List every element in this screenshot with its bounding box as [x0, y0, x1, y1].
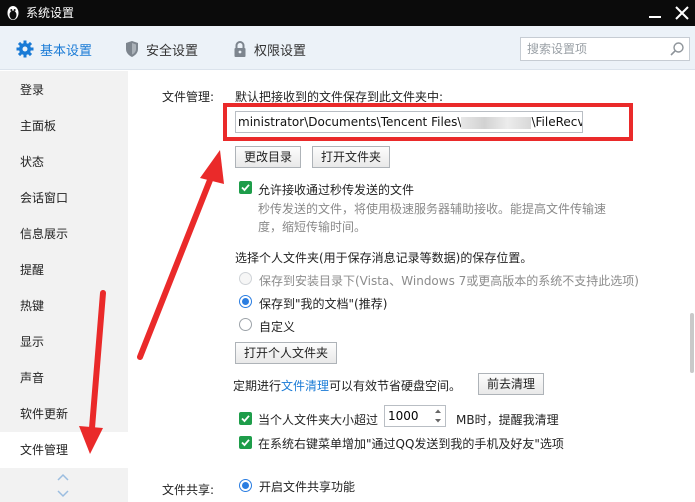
sidebar-item-file-management[interactable]: 文件管理	[0, 432, 128, 468]
annotation-highlight-box	[223, 103, 633, 141]
change-directory-button[interactable]: 更改目录	[235, 146, 302, 168]
size-alert-checkbox[interactable]	[239, 412, 252, 425]
open-folder-button[interactable]: 打开文件夹	[312, 146, 391, 168]
shield-icon	[126, 41, 138, 57]
open-personal-folder-button[interactable]: 打开个人文件夹	[235, 342, 338, 364]
sidebar-item-login[interactable]: 登录	[0, 72, 128, 108]
checkmark-icon	[241, 439, 250, 447]
close-icon[interactable]	[671, 3, 693, 23]
cleanup-suffix: 可以有效节省硬盘空间。	[329, 379, 462, 393]
sidebar-item-main-panel[interactable]: 主面板	[0, 108, 128, 144]
sidebar-item-reminder[interactable]: 提醒	[0, 252, 128, 288]
checkmark-icon	[241, 184, 250, 192]
cleanup-text: 定期进行文件清理可以有效节省硬盘空间。	[233, 377, 461, 394]
flash-hint-line-1: 秒传发送的文件，将使用极速服务器辅助接收。能提高文件传输速	[258, 202, 607, 216]
stepper-down-icon[interactable]	[431, 416, 445, 426]
context-menu-checkbox[interactable]	[239, 436, 252, 449]
size-limit-input[interactable]	[388, 408, 428, 424]
qq-penguin-icon	[7, 6, 19, 20]
personal-folder-prompt: 选择个人文件夹(用于保存消息记录等数据)的保存位置。	[235, 251, 533, 265]
allow-flash-transfer-checkbox[interactable]	[239, 181, 252, 194]
radio-install-dir[interactable]	[239, 272, 252, 285]
radio-my-documents-label: 保存到"我的文档"(推荐)	[259, 297, 388, 311]
search-input[interactable]	[527, 40, 665, 58]
chevron-up-icon[interactable]	[56, 472, 70, 482]
sidebar-item-status[interactable]: 状态	[0, 144, 128, 180]
sidebar-item-display[interactable]: 显示	[0, 324, 128, 360]
tab-label: 基本设置	[40, 43, 93, 59]
window-title: 系统设置	[26, 6, 75, 20]
radio-my-documents[interactable]	[239, 295, 252, 308]
file-sharing-section-label: 文件共享:	[162, 483, 215, 497]
size-limit-stepper	[384, 405, 446, 427]
minimize-icon[interactable]	[644, 3, 666, 23]
tab-permission-settings[interactable]: 权限设置	[232, 38, 306, 60]
flash-transfer-hint: 秒传发送的文件，将使用极速服务器辅助接收。能提高文件传输速 度，缩短传输时间。	[258, 200, 628, 236]
size-alert-label-after: MB时，提醒我清理	[456, 413, 559, 427]
allow-flash-transfer-label: 允许接收通过秒传发送的文件	[258, 183, 415, 197]
lock-icon	[234, 41, 246, 57]
enable-file-sharing-label: 开启文件共享功能	[259, 480, 356, 494]
stepper-up-icon[interactable]	[431, 406, 445, 416]
sidebar-item-software-update[interactable]: 软件更新	[0, 396, 128, 432]
size-alert-label-before: 当个人文件夹大小超过	[258, 413, 379, 427]
flash-hint-line-2: 度，缩短传输时间。	[258, 220, 367, 234]
sidebar-item-chat-window[interactable]: 会话窗口	[0, 180, 128, 216]
radio-custom[interactable]	[239, 318, 252, 331]
tab-label: 权限设置	[254, 43, 307, 59]
enable-file-sharing-radio[interactable]	[239, 479, 252, 492]
sidebar-item-sound[interactable]: 声音	[0, 360, 128, 396]
gear-icon	[16, 40, 34, 58]
radio-custom-label: 自定义	[259, 320, 296, 334]
sidebar: 登录 主面板 状态 会话窗口 信息展示 提醒 热键 显示 声音 软件更新 文件管…	[0, 71, 128, 502]
sidebar-item-info-display[interactable]: 信息展示	[0, 216, 128, 252]
chevron-down-icon[interactable]	[56, 489, 70, 499]
file-cleanup-link[interactable]: 文件清理	[281, 379, 329, 393]
context-menu-label: 在系统右键菜单增加"通过QQ发送到我的手机及好友"选项	[258, 437, 564, 451]
cleanup-prefix: 定期进行	[233, 379, 282, 393]
radio-install-dir-label: 保存到安装目录下(Vista、Windows 7或更高版本的系统不支持此选项)	[259, 274, 639, 288]
tab-label: 安全设置	[146, 43, 199, 59]
sidebar-item-hotkeys[interactable]: 热键	[0, 288, 128, 324]
search-icon[interactable]	[669, 41, 685, 57]
go-cleanup-button[interactable]: 前去清理	[478, 373, 545, 395]
search-box	[520, 37, 690, 61]
file-management-section-label: 文件管理:	[162, 90, 215, 104]
scrollbar-thumb[interactable]	[690, 313, 694, 373]
title-bar: 系统设置	[0, 0, 695, 26]
checkmark-icon	[241, 415, 250, 423]
tab-basic-settings[interactable]: 基本设置	[16, 38, 92, 60]
tab-security-settings[interactable]: 安全设置	[124, 38, 198, 60]
